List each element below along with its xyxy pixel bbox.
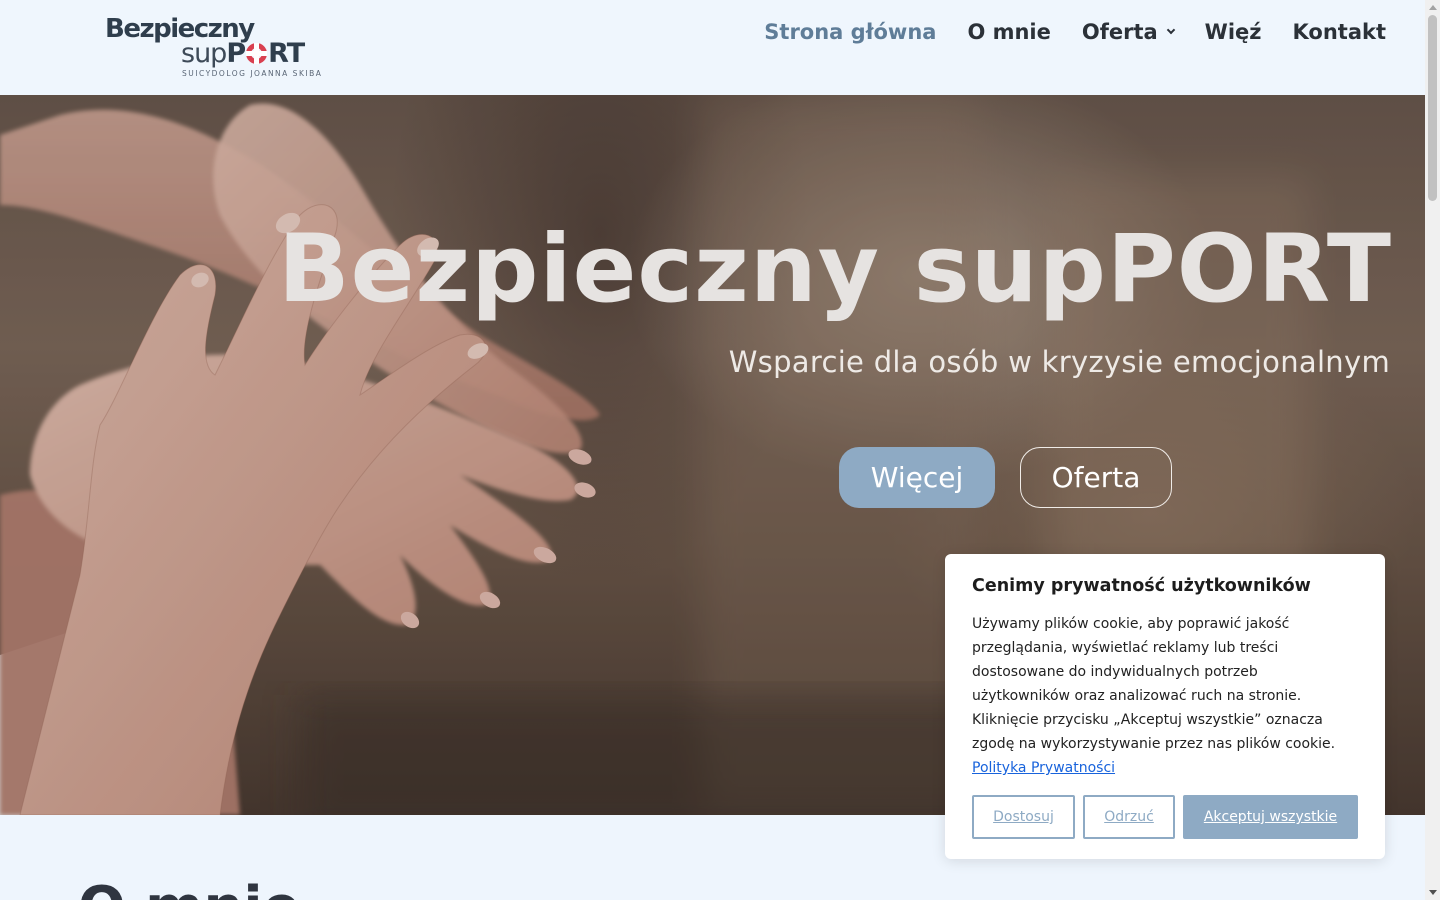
cookie-buttons: Dostosuj Odrzuć Akceptuj wszystkie: [972, 795, 1358, 839]
more-button[interactable]: Więcej: [839, 447, 995, 508]
site-logo[interactable]: Bezpieczny supP RT SUICYDOLOG JOANNA SKIB…: [105, 14, 325, 80]
nav-item-bond[interactable]: Więź: [1205, 20, 1262, 44]
site-header: Bezpieczny supP RT SUICYDOLOG JOANNA SKIB…: [0, 0, 1425, 95]
page-scrollbar[interactable]: [1425, 0, 1440, 900]
offer-button[interactable]: Oferta: [1020, 447, 1172, 508]
nav-item-label: O mnie: [967, 20, 1051, 44]
logo-rt: RT: [268, 38, 305, 69]
cookie-consent-banner: Cenimy prywatność użytkowników Używamy p…: [945, 554, 1385, 859]
nav-item-label: Kontakt: [1292, 20, 1387, 44]
main-nav: Strona główna O mnie Oferta Więź Kontakt: [733, 20, 1386, 44]
nav-item-label: Oferta: [1081, 20, 1158, 44]
accept-all-button[interactable]: Akceptuj wszystkie: [1183, 795, 1358, 839]
nav-item-contact[interactable]: Kontakt: [1293, 20, 1387, 44]
nav-item-label: Więź: [1204, 20, 1262, 44]
customize-button[interactable]: Dostosuj: [972, 795, 1075, 839]
scroll-down-arrow-icon[interactable]: [1429, 890, 1437, 895]
hero-title: Bezpieczny supPORT: [278, 215, 1392, 324]
logo-sup: sup: [181, 38, 227, 69]
logo-p: P: [226, 38, 246, 69]
lifebuoy-icon: [246, 43, 268, 64]
reject-button[interactable]: Odrzuć: [1083, 795, 1175, 839]
cookie-body: Używamy plików cookie, aby poprawić jako…: [972, 616, 1336, 752]
chevron-down-icon: [1166, 25, 1175, 35]
nav-item-about[interactable]: O mnie: [967, 20, 1050, 44]
nav-item-home[interactable]: Strona główna: [764, 20, 936, 44]
nav-item-label: Strona główna: [764, 20, 937, 44]
cookie-title: Cenimy prywatność użytkowników: [972, 576, 1311, 596]
cookie-text: Używamy plików cookie, aby poprawić jako…: [972, 612, 1358, 780]
logo-line2: supP RT: [181, 38, 305, 69]
logo-tagline: SUICYDOLOG JOANNA SKIBA: [182, 69, 323, 78]
about-section-heading: O mnie: [78, 875, 301, 900]
privacy-policy-link[interactable]: Polityka Prywatności: [972, 760, 1115, 776]
scroll-up-arrow-icon[interactable]: [1429, 5, 1437, 10]
nav-item-offer[interactable]: Oferta: [1081, 20, 1175, 44]
hero-subtitle: Wsparcie dla osób w kryzysie emocjonalny…: [728, 345, 1390, 379]
scrollbar-thumb[interactable]: [1428, 15, 1437, 201]
